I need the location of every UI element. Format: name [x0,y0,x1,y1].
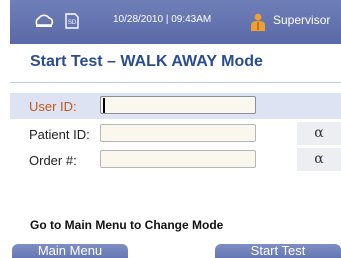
supervisor-user-icon [248,12,268,32]
cloud-connection-icon [33,11,55,31]
page-title: Start Test – WALK AWAY Mode [30,53,263,70]
main-menu-button[interactable]: Main Menu [12,244,128,258]
user-role: Supervisor [273,13,331,27]
patient-id-alpha-keyboard-button[interactable]: α [297,122,341,145]
mode-hint-text: Go to Main Menu to Change Mode [30,218,224,232]
user-id-field[interactable] [100,96,256,114]
status-bar: SD 10/28/2010 | 09:43AM Supervisor [10,0,341,44]
patient-id-label: Patient ID: [29,127,90,142]
order-row: Order #: α [10,147,341,173]
patient-id-row: Patient ID: α [10,121,341,147]
title-divider [10,82,341,83]
order-field[interactable] [100,150,256,168]
order-label: Order #: [29,153,77,168]
sd-card-icon: SD [64,11,82,31]
user-id-row: User ID: [10,93,341,119]
start-test-button[interactable]: Start Test [215,244,341,258]
patient-id-field[interactable] [100,124,256,142]
order-alpha-keyboard-button[interactable]: α [297,148,341,171]
sd-card-label: SD [68,20,77,26]
timestamp: 10/28/2010 | 09:43AM [113,14,212,25]
user-id-label: User ID: [29,99,77,114]
text-cursor [103,98,105,113]
